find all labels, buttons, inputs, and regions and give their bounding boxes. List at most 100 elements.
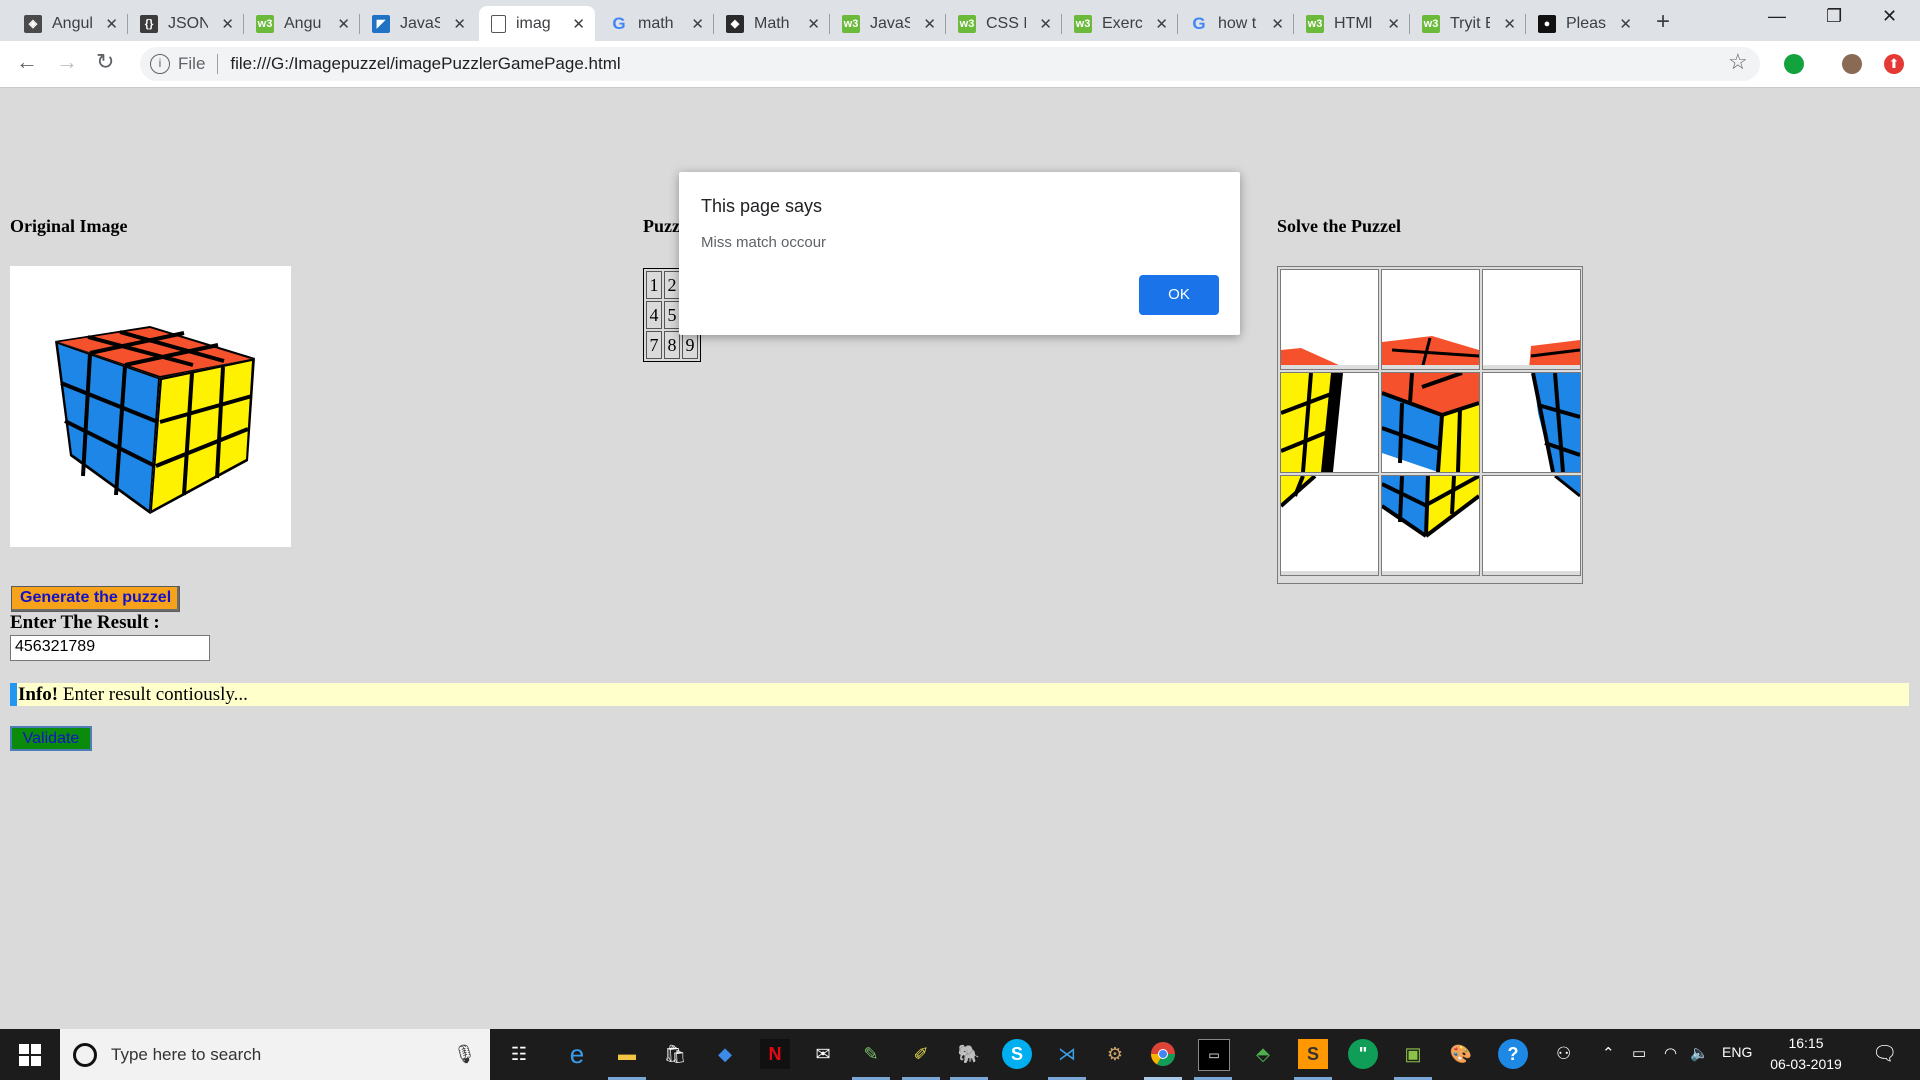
restore-icon[interactable]: ❐ <box>1826 6 1842 27</box>
puzzle-piece[interactable] <box>1280 372 1379 473</box>
people-icon[interactable]: ⚇ <box>1556 1044 1571 1064</box>
tab-google-how[interactable]: G how t ✕ <box>1178 6 1294 41</box>
tab-json[interactable]: {} JSON ✕ <box>128 6 244 41</box>
skype-icon[interactable]: S <box>1002 1039 1032 1069</box>
tab-javascript-2[interactable]: w3 JavaS ✕ <box>830 6 946 41</box>
close-icon[interactable]: ✕ <box>337 15 350 33</box>
address-bar[interactable]: i File file:///G:/Imagepuzzel/imagePuzzl… <box>140 47 1760 81</box>
original-image-heading: Original Image <box>10 216 128 236</box>
extension-green-icon[interactable] <box>1784 54 1804 74</box>
close-icon[interactable]: ✕ <box>807 15 820 33</box>
puzzle-piece[interactable] <box>1482 372 1581 473</box>
robo3t-icon[interactable]: ⬘ <box>1248 1039 1278 1069</box>
file-explorer-icon[interactable]: ▬ <box>612 1039 642 1069</box>
vscode-icon[interactable]: ⋊ <box>1052 1039 1082 1069</box>
tab-google-math[interactable]: G math ✕ <box>598 6 714 41</box>
close-icon[interactable]: ✕ <box>1503 15 1516 33</box>
start-button[interactable] <box>0 1029 60 1080</box>
tab-javascript-1[interactable]: ◤ JavaS ✕ <box>360 6 476 41</box>
search-placeholder: Type here to search <box>111 1044 262 1064</box>
tab-github[interactable]: ● Pleas ✕ <box>1526 6 1642 41</box>
store-icon[interactable]: 🛍 <box>660 1039 690 1069</box>
notepad-icon[interactable]: ✎ <box>856 1039 886 1069</box>
generate-puzzle-button[interactable]: Generate the puzzel <box>11 586 181 612</box>
close-icon[interactable]: ✕ <box>453 15 466 33</box>
puzzle-piece[interactable] <box>1280 269 1379 370</box>
scheme-label: File <box>178 54 206 73</box>
mail-icon[interactable]: ✉ <box>808 1039 838 1069</box>
notifications-icon[interactable]: 🗨 <box>1872 1041 1897 1066</box>
hangouts-icon[interactable]: " <box>1348 1039 1378 1069</box>
taskbar-search[interactable]: Type here to search 🎙 <box>60 1029 490 1080</box>
close-icon[interactable]: ✕ <box>923 15 936 33</box>
language-indicator[interactable]: ENG <box>1722 1044 1752 1060</box>
forward-icon[interactable]: → <box>56 49 78 75</box>
volume-muted-icon[interactable]: 🔈 <box>1690 1044 1709 1062</box>
json-icon: {} <box>140 14 158 33</box>
puzzle-heading: Puzz <box>643 216 680 236</box>
update-icon[interactable]: ⬆ <box>1884 54 1904 74</box>
tab-tryit[interactable]: w3 Tryit E ✕ <box>1410 6 1526 41</box>
tab-math[interactable]: ◆ Math ✕ <box>714 6 830 41</box>
minimize-icon[interactable]: — <box>1768 6 1786 27</box>
close-icon[interactable]: ✕ <box>1155 15 1168 33</box>
paint3d-icon[interactable]: 🎨 <box>1446 1039 1476 1069</box>
close-icon[interactable]: ✕ <box>105 15 118 33</box>
back-icon[interactable]: ← <box>16 49 38 75</box>
sublime-icon[interactable]: S <box>1298 1039 1328 1069</box>
result-input[interactable]: 456321789 <box>10 635 210 661</box>
google-icon: G <box>612 13 626 33</box>
tab-css[interactable]: w3 CSS H ✕ <box>946 6 1062 41</box>
help-icon[interactable]: ? <box>1498 1039 1528 1069</box>
task-view-icon[interactable]: ☷ <box>504 1039 534 1069</box>
close-icon[interactable]: ✕ <box>691 15 704 33</box>
tab-image-puzzler[interactable]: imag ✕ <box>479 6 595 41</box>
system-clock[interactable]: 16:15 06-03-2019 <box>1758 1033 1854 1075</box>
show-hidden-icons-icon[interactable]: ⌃ <box>1602 1044 1615 1062</box>
tab-html[interactable]: w3 HTMl ✕ <box>1294 6 1410 41</box>
tab-angular-1[interactable]: ◈ Angul ✕ <box>12 6 128 41</box>
puzzle-piece[interactable] <box>1381 269 1480 370</box>
netflix-icon[interactable]: N <box>760 1039 790 1069</box>
paint-icon[interactable]: ✐ <box>906 1039 936 1069</box>
close-icon[interactable]: ✕ <box>572 15 585 33</box>
close-icon[interactable]: ✕ <box>1619 15 1632 33</box>
close-icon[interactable]: ✕ <box>1387 15 1400 33</box>
alert-ok-button[interactable]: OK <box>1139 275 1219 315</box>
battery-icon[interactable]: ▭ <box>1632 1044 1646 1062</box>
bookmark-star-icon[interactable]: ☆ <box>1728 49 1748 75</box>
info-text: Enter result contiously... <box>58 684 248 705</box>
dropbox-icon[interactable]: ◆ <box>710 1039 740 1069</box>
puzzle-piece[interactable] <box>1280 475 1379 576</box>
tab-angular-2[interactable]: w3 Angu ✕ <box>244 6 360 41</box>
alert-message: Miss match occour <box>701 234 827 251</box>
puzzle-piece[interactable] <box>1482 475 1581 576</box>
close-icon[interactable]: ✕ <box>1039 15 1052 33</box>
chrome-icon[interactable] <box>1148 1039 1178 1069</box>
microphone-icon[interactable]: 🎙 <box>453 1044 476 1065</box>
postgres-icon[interactable]: 🐘 <box>954 1039 984 1069</box>
puzzle-piece[interactable] <box>1482 269 1581 370</box>
close-window-icon[interactable]: ✕ <box>1882 6 1897 27</box>
terminal-icon[interactable]: ▭ <box>1198 1039 1230 1071</box>
w3schools-icon: w3 <box>842 14 860 33</box>
close-icon[interactable]: ✕ <box>1271 15 1284 33</box>
settings-gear-icon[interactable]: ⚙ <box>1100 1039 1130 1069</box>
puzzle-piece[interactable] <box>1381 372 1480 473</box>
puzzle-piece[interactable] <box>1381 475 1480 576</box>
app-icon[interactable]: ▣ <box>1398 1039 1428 1069</box>
key-cell: 9 <box>682 331 698 359</box>
wifi-icon[interactable]: ◠ <box>1664 1044 1677 1062</box>
url-text[interactable]: file:///G:/Imagepuzzel/imagePuzzlerGameP… <box>230 54 620 74</box>
new-tab-button[interactable]: + <box>1656 8 1670 36</box>
profile-avatar[interactable] <box>1842 54 1862 74</box>
edge-icon[interactable]: e <box>562 1039 592 1069</box>
close-icon[interactable]: ✕ <box>221 15 234 33</box>
reload-icon[interactable]: ↻ <box>96 49 114 75</box>
info-icon[interactable]: i <box>150 54 170 74</box>
tab-exercise[interactable]: w3 Exerc ✕ <box>1062 6 1178 41</box>
validate-button[interactable]: Validate <box>10 726 92 751</box>
cortana-icon <box>73 1042 97 1067</box>
w3schools-icon: w3 <box>958 14 976 33</box>
javascript-icon: ◤ <box>372 14 390 33</box>
